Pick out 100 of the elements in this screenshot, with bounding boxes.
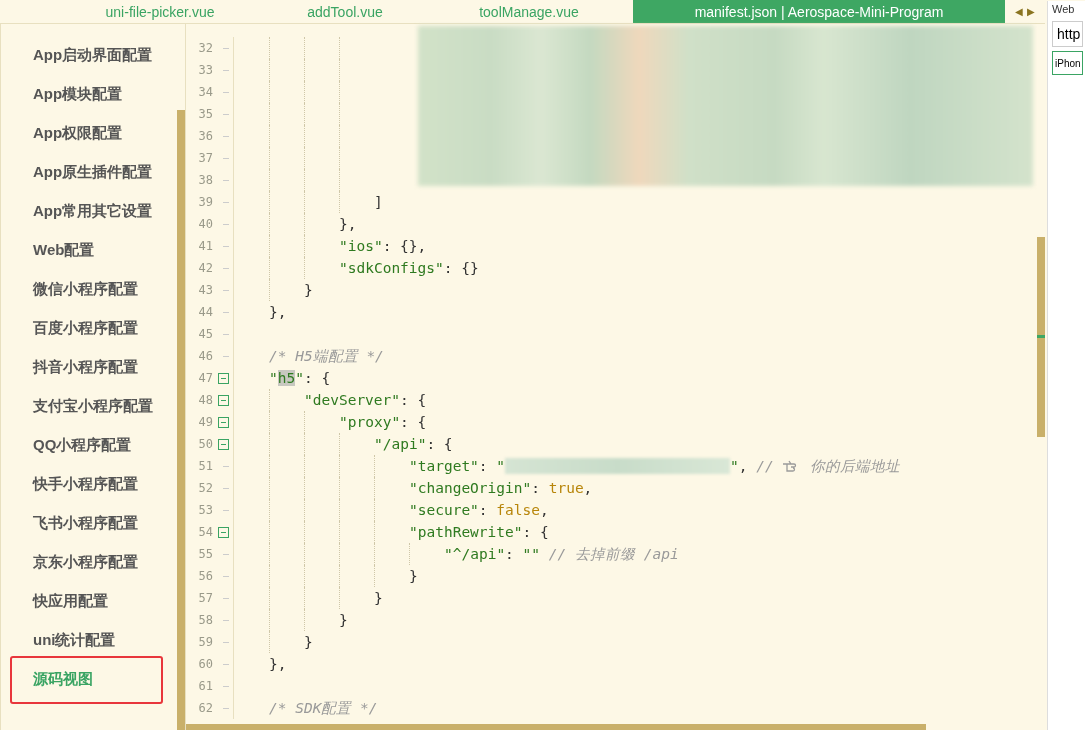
code-token: : { xyxy=(400,414,427,430)
tab-scroll-arrow[interactable]: ◀ xyxy=(1015,6,1023,17)
line-number: 48 xyxy=(197,393,213,407)
sidebar-item[interactable]: 抖音小程序配置 xyxy=(33,358,138,377)
code-token: "^/api" xyxy=(444,546,506,562)
line-number: 33 xyxy=(197,63,213,77)
line-number: 40 xyxy=(197,217,213,231)
code-token: true xyxy=(548,480,584,496)
code-token: "/api" xyxy=(374,436,427,452)
sidebar-item[interactable]: 快手小程序配置 xyxy=(33,475,138,494)
line-number: 59 xyxy=(197,635,213,649)
code-token: } xyxy=(409,568,418,584)
scrollbar[interactable] xyxy=(177,110,185,730)
code-token: } xyxy=(374,590,383,606)
code-token: // 去掉前缀 /api xyxy=(547,544,679,564)
code-token: : xyxy=(478,502,489,518)
sidebar-item[interactable]: 飞书小程序配置 xyxy=(33,514,138,533)
line-number: 61 xyxy=(197,679,213,693)
scrollbar[interactable] xyxy=(1037,237,1045,437)
code-token: " xyxy=(295,370,304,386)
line-number: 34 xyxy=(197,85,213,99)
code-token: // xyxy=(756,458,774,474)
line-number: 41 xyxy=(197,239,213,253)
line-number: 47 xyxy=(197,371,213,385)
line-number: 60 xyxy=(197,657,213,671)
sidebar-item[interactable]: QQ小程序配置 xyxy=(33,436,132,455)
sidebar-item[interactable]: App模块配置 xyxy=(33,85,123,104)
sidebar-item[interactable]: 快应用配置 xyxy=(33,592,108,611)
code-token: }, xyxy=(269,304,287,320)
sidebar-item[interactable]: uni统计配置 xyxy=(33,631,116,650)
line-number: 38 xyxy=(197,173,213,187)
code-token: "" xyxy=(522,546,541,562)
sidebar-item[interactable]: Web配置 xyxy=(33,241,95,260)
code-token: "proxy" xyxy=(339,414,401,430)
code-token: : xyxy=(531,480,541,496)
code-token: : {}, xyxy=(382,238,427,254)
sidebar-item[interactable]: 京东小程序配置 xyxy=(33,553,138,572)
code-token: }, xyxy=(269,656,287,672)
code-token: : { xyxy=(426,436,453,452)
line-number: 36 xyxy=(197,129,213,143)
code-token: }, xyxy=(339,216,357,232)
code-token: } xyxy=(339,612,348,628)
code-token: " xyxy=(730,458,739,474)
line-number: 45 xyxy=(197,327,213,341)
sidebar-item[interactable]: 百度小程序配置 xyxy=(33,319,138,338)
device-select[interactable]: iPhon xyxy=(1052,51,1083,75)
line-number: 54 xyxy=(197,525,213,539)
code-token: ] xyxy=(374,194,383,210)
code-token: /* H5端配置 */ xyxy=(269,346,384,366)
code-token: "secure" xyxy=(409,502,479,518)
code-token: false xyxy=(496,502,540,518)
code-token: "sdkConfigs" xyxy=(339,260,444,276)
line-number: 37 xyxy=(197,151,213,165)
line-number: 52 xyxy=(197,481,213,495)
code-token: "ios" xyxy=(339,238,383,254)
code-token: : xyxy=(505,546,515,562)
line-number: 32 xyxy=(197,41,213,55)
code-token: "pathRewrite" xyxy=(409,524,523,540)
line-number: 44 xyxy=(197,305,213,319)
sidebar-item[interactable]: App原生插件配置 xyxy=(33,163,153,182)
collapse-icon[interactable] xyxy=(217,438,229,450)
code-token: 你的后端地址 xyxy=(809,456,900,476)
line-number: 35 xyxy=(197,107,213,121)
code-token: " xyxy=(269,370,278,386)
code-token: } xyxy=(304,634,313,650)
code-token: /* SDK配置 */ xyxy=(269,698,378,718)
collapse-icon[interactable] xyxy=(217,526,229,538)
line-number: 42 xyxy=(197,261,213,275)
sidebar-item[interactable]: App启动界面配置 xyxy=(33,46,153,65)
line-number: 43 xyxy=(197,283,213,297)
code-token: "target" xyxy=(409,458,479,474)
sidebar-item[interactable]: App权限配置 xyxy=(33,124,123,143)
sidebar-item[interactable]: 支付宝小程序配置 xyxy=(33,397,153,416)
code-token: , xyxy=(539,502,549,518)
collapse-icon[interactable] xyxy=(217,394,229,406)
sidebar-item[interactable]: 微信小程序配置 xyxy=(33,280,138,299)
collapse-icon[interactable] xyxy=(217,416,229,428)
code-token: , xyxy=(583,480,593,496)
code-token: "changeOrigin" xyxy=(409,480,532,496)
line-number: 58 xyxy=(197,613,213,627)
line-number: 51 xyxy=(197,459,213,473)
line-number: 53 xyxy=(197,503,213,517)
code-token: , xyxy=(738,458,749,474)
collapse-icon[interactable] xyxy=(217,372,229,384)
code-token: : {} xyxy=(443,260,479,276)
scrollbar[interactable] xyxy=(186,724,926,730)
code-token: : xyxy=(478,458,489,474)
line-number: 46 xyxy=(197,349,213,363)
code-token: " xyxy=(496,458,506,474)
tab-scroll-arrow[interactable]: ▶ xyxy=(1027,6,1035,17)
url-field[interactable]: http xyxy=(1052,21,1083,47)
code-token: } xyxy=(304,282,313,298)
code-token: "devServer" xyxy=(304,392,401,408)
code-token: h5 xyxy=(277,370,296,386)
panel-heading: Web xyxy=(1052,3,1076,17)
sidebar-item[interactable]: App常用其它设置 xyxy=(33,202,153,221)
line-number: 50 xyxy=(197,437,213,451)
line-number: 56 xyxy=(197,569,213,583)
code-token: : { xyxy=(522,524,549,540)
code-token: : { xyxy=(400,392,427,408)
